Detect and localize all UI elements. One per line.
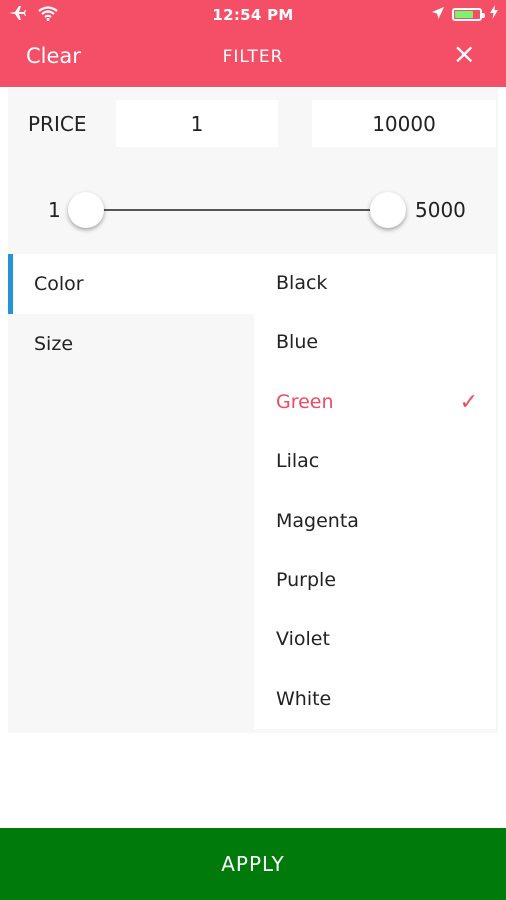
option-item-white[interactable]: White	[254, 670, 496, 729]
slider-max-label: 5000	[415, 198, 466, 222]
status-bar: 12:54 PM	[0, 0, 506, 30]
option-label: White	[276, 687, 332, 710]
category-list: Color Size	[8, 254, 254, 374]
option-item-black[interactable]: Black	[254, 254, 496, 313]
option-label: Purple	[276, 568, 337, 591]
price-slider-track[interactable]	[86, 209, 388, 211]
page-title: FILTER	[222, 47, 284, 67]
charging-bolt-icon	[490, 5, 498, 23]
option-list: Black Blue Green ✓ Lilac Magenta Purple …	[254, 254, 496, 729]
option-label: Violet	[276, 628, 330, 651]
apply-button[interactable]: APPLY	[0, 828, 506, 900]
option-item-magenta[interactable]: Magenta	[254, 492, 496, 551]
battery-icon	[452, 7, 485, 21]
slider-min-label: 1	[48, 198, 61, 222]
price-min-input[interactable]	[116, 100, 278, 147]
check-icon: ✓	[459, 389, 478, 415]
option-label: Lilac	[276, 450, 320, 473]
option-label: Magenta	[276, 509, 359, 532]
option-label: Green	[276, 390, 334, 413]
status-time: 12:54 PM	[212, 6, 294, 24]
category-item-size[interactable]: Size	[8, 314, 254, 374]
option-item-purple[interactable]: Purple	[254, 551, 496, 610]
option-item-violet[interactable]: Violet	[254, 610, 496, 669]
category-item-color[interactable]: Color	[8, 254, 254, 314]
filter-panel: PRICE 1 5000 Color Size Black Blue Green…	[8, 88, 498, 733]
price-label: PRICE	[28, 112, 87, 136]
option-item-green[interactable]: Green ✓	[254, 373, 496, 432]
status-right	[432, 5, 498, 23]
option-label: Blue	[276, 331, 319, 354]
option-item-blue[interactable]: Blue	[254, 313, 496, 372]
price-slider-max-handle[interactable]	[370, 192, 406, 228]
option-label: Black	[276, 272, 328, 294]
option-item-lilac[interactable]: Lilac	[254, 432, 496, 491]
price-max-input[interactable]	[312, 100, 496, 147]
filter-header: Clear FILTER ×	[0, 30, 506, 87]
close-icon[interactable]: ×	[453, 40, 476, 68]
price-slider-min-handle[interactable]	[68, 192, 104, 228]
location-arrow-icon	[432, 5, 444, 23]
